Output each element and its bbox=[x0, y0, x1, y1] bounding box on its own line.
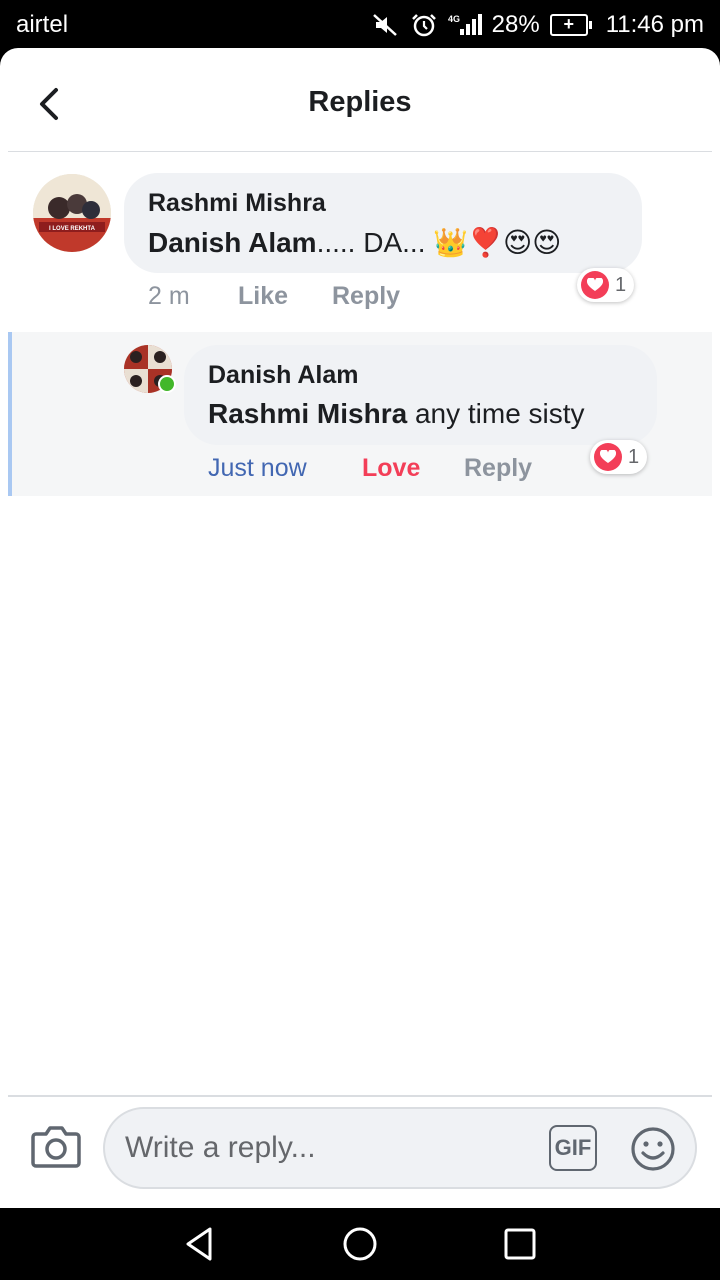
reply-body: any time sisty bbox=[407, 398, 585, 429]
network-label: 4G bbox=[448, 14, 460, 24]
reaction-summary[interactable]: 1 bbox=[577, 268, 635, 302]
avatar-caption: I LOVE REKHTA bbox=[49, 226, 96, 232]
navigation-bar bbox=[0, 1208, 720, 1280]
reply-reaction-count: 1 bbox=[628, 445, 640, 468]
gif-button[interactable]: GIF bbox=[549, 1125, 597, 1171]
love-reaction-icon bbox=[594, 443, 622, 471]
online-indicator bbox=[158, 375, 176, 393]
reply-reaction-summary[interactable]: 1 bbox=[590, 440, 648, 474]
status-bar: airtel 4G 28% + 11:46 pm bbox=[0, 0, 720, 48]
reply-reply-button[interactable]: Reply bbox=[464, 454, 532, 483]
nav-back-icon[interactable] bbox=[180, 1224, 220, 1264]
reply-bubble[interactable] bbox=[184, 345, 657, 445]
like-button[interactable]: Like bbox=[238, 282, 288, 311]
carrier-label: airtel bbox=[16, 11, 69, 38]
status-icons: 4G 28% + 11:46 pm bbox=[372, 11, 704, 39]
battery-icon: + bbox=[549, 14, 592, 36]
reaction-count: 1 bbox=[615, 273, 627, 296]
comment-mention[interactable]: Danish Alam bbox=[148, 227, 317, 258]
nav-home-icon[interactable] bbox=[340, 1224, 380, 1264]
reply-text: Rashmi Mishra any time sisty bbox=[208, 398, 585, 430]
reply-author[interactable]: Danish Alam bbox=[208, 361, 359, 390]
composer-divider bbox=[8, 1095, 712, 1097]
avatar[interactable]: I LOVE REKHTA bbox=[33, 174, 111, 252]
nav-recents-icon[interactable] bbox=[500, 1224, 540, 1264]
battery-percent: 28% bbox=[491, 11, 540, 38]
comment-emoji: 👑❣️😍😍 bbox=[433, 227, 562, 258]
love-reaction-icon bbox=[581, 271, 609, 299]
reply-button[interactable]: Reply bbox=[332, 282, 400, 311]
header-divider bbox=[8, 151, 712, 152]
reply-input[interactable]: Write a reply... GIF bbox=[103, 1107, 697, 1189]
page-title: Replies bbox=[308, 86, 412, 118]
camera-icon[interactable] bbox=[30, 1122, 82, 1170]
reply-time: Just now bbox=[208, 454, 307, 482]
signal-icon: 4G bbox=[448, 14, 482, 35]
comment-time: 2 m bbox=[148, 282, 190, 310]
reply-mention[interactable]: Rashmi Mishra bbox=[208, 398, 407, 429]
reply-input-placeholder: Write a reply... bbox=[125, 1131, 316, 1164]
love-button[interactable]: Love bbox=[362, 454, 420, 483]
mute-icon bbox=[372, 14, 397, 36]
comment-body: ..... DA... bbox=[316, 227, 426, 258]
comment-author[interactable]: Rashmi Mishra bbox=[148, 189, 326, 218]
alarm-icon bbox=[411, 14, 436, 37]
avatar-image: I LOVE REKHTA bbox=[33, 174, 111, 252]
comment-text: Danish Alam..... DA... 👑❣️😍😍 bbox=[148, 226, 561, 259]
emoji-icon[interactable] bbox=[629, 1125, 677, 1173]
header: Replies bbox=[0, 62, 720, 152]
clock: 11:46 pm bbox=[605, 11, 704, 38]
